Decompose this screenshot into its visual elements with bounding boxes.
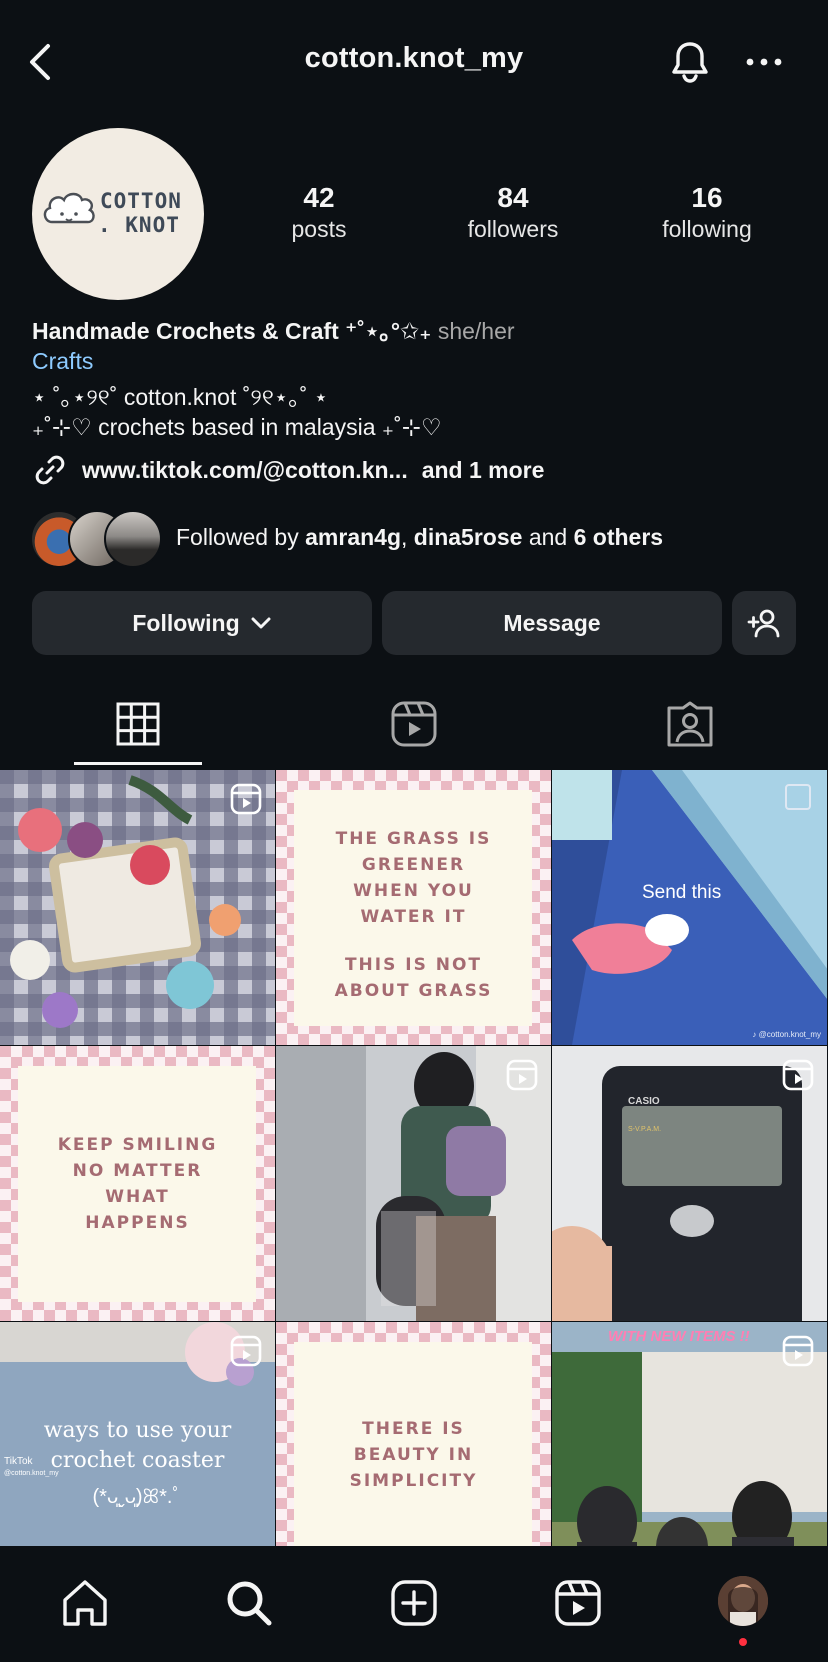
bio-link-row[interactable]: www.tiktok.com/@cotton.kn... and 1 more [32, 450, 544, 490]
post-2-quote-line [276, 930, 551, 952]
stat-following-label: following [662, 216, 752, 242]
mutual-followers-avatars[interactable] [30, 510, 162, 568]
followed-by-separator: , [401, 524, 408, 550]
post-8-quote-line: THERE IS [362, 1419, 465, 1439]
avatar-logo-text-1: COTTON [100, 189, 182, 213]
following-button[interactable]: Following [32, 591, 372, 655]
post-2-quote-line: ABOUT GRASS [334, 981, 493, 1001]
reel-badge-icon [782, 1335, 814, 1367]
create-post-icon[interactable] [387, 1576, 441, 1630]
post-8-quote-line: SIMPLICITY [349, 1471, 478, 1491]
post-7-text-line-3: (*ᴗ͈ˬᴗ͈)ꕤ*.ﾟ [92, 1486, 183, 1508]
grid-post-1[interactable] [0, 770, 275, 1045]
post-7-text-line-1: ways to use your [43, 1418, 232, 1443]
link-icon [35, 455, 65, 485]
post-2-quote-line: THIS IS NOT [344, 955, 483, 975]
stat-followers-value: 84 [497, 182, 529, 213]
stat-posts-value: 42 [303, 182, 335, 213]
tiktok-watermark: TikTok [4, 1456, 33, 1467]
stat-following[interactable]: 16 following [622, 182, 792, 244]
post-grid: THE GRASS IS GREENER WHEN YOU WATER IT T… [0, 770, 828, 1546]
followed-by-prefix: Followed by [176, 524, 299, 550]
notification-dot [739, 1638, 747, 1646]
post-2-quote: THE GRASS IS GREENER WHEN YOU WATER IT T… [276, 826, 551, 1004]
profile-avatar[interactable]: COTTON . KNOT [32, 128, 204, 300]
reel-badge-icon [230, 783, 262, 815]
stat-followers-label: followers [467, 216, 559, 242]
mutual-avatar-3 [104, 510, 162, 568]
post-4-quote-line: NO MATTER [72, 1161, 203, 1181]
bio-link-text[interactable]: www.tiktok.com/@cotton.kn... [82, 457, 408, 484]
followed-by-others: 6 others [573, 524, 664, 550]
bio-category: Crafts [32, 348, 94, 374]
avatar-logo-text-2: . KNOT [98, 213, 180, 237]
followed-by-text[interactable]: Followed by amran4g, dina5rose and 6 oth… [176, 524, 663, 551]
profile-header: cotton.knot_my [0, 0, 828, 124]
chevron-down-icon [251, 617, 271, 629]
post-2-quote-line: WHEN YOU [353, 881, 474, 901]
post-4-quote-line: WHAT [105, 1187, 170, 1207]
more-options-icon[interactable] [744, 48, 784, 76]
post-4-quote-line: KEEP SMILING [57, 1135, 218, 1155]
cotton-knot-logo: COTTON . KNOT [43, 189, 182, 237]
tab-reels-icon[interactable] [382, 700, 446, 748]
add-person-icon [747, 609, 780, 638]
post-3-caption: Send this [642, 882, 722, 903]
grid-post-9[interactable]: WITH NEW ITEMS !! [552, 1322, 827, 1546]
profile-nav-avatar[interactable] [718, 1576, 768, 1626]
post-9-banner: WITH NEW ITEMS !! [608, 1328, 750, 1345]
home-icon[interactable] [58, 1576, 112, 1630]
grid-post-4[interactable]: KEEP SMILING NO MATTER WHAT HAPPENS [0, 1046, 275, 1321]
tab-posts-grid-icon[interactable] [106, 700, 170, 748]
bio-line-2: ₊˚⊹♡ crochets based in malaysia ₊˚⊹♡ [32, 414, 442, 440]
post-3-watermark: ♪ @cotton.knot_my [752, 1030, 821, 1039]
grid-post-8[interactable]: THERE IS BEAUTY IN SIMPLICITY [276, 1322, 551, 1546]
post-2-quote-line: WATER IT [360, 907, 467, 927]
followed-by-user-2: dina5rose [413, 524, 523, 550]
grid-post-7[interactable]: ways to use your crochet coaster (*ᴗ͈ˬᴗ͈… [0, 1322, 275, 1546]
bio-line-1: ⋆ ˚｡⋆୨୧˚ cotton.knot ˚୨୧⋆｡˚ ⋆ [32, 384, 329, 410]
active-tab-indicator [74, 762, 202, 765]
message-button[interactable]: Message [382, 591, 722, 655]
bio-display-name: Handmade Crochets & Craft ⁺˚⋆｡°✩₊ she/he… [32, 312, 515, 346]
post-4-quote: KEEP SMILING NO MATTER WHAT HAPPENS [0, 1132, 275, 1236]
grid-post-6[interactable]: CASIO S-V.P.A.M. [552, 1046, 827, 1321]
post-4-quote-line: HAPPENS [85, 1213, 190, 1233]
stat-followers[interactable]: 84 followers [428, 182, 598, 244]
search-icon[interactable] [222, 1576, 276, 1630]
post-8-quote: THERE IS BEAUTY IN SIMPLICITY [276, 1416, 551, 1494]
reel-badge-icon [782, 1059, 814, 1091]
notification-bell-icon[interactable] [666, 38, 714, 86]
bottom-navigation [0, 1546, 828, 1662]
post-2-quote-line: THE GRASS IS [335, 829, 492, 849]
suggest-people-button[interactable] [732, 591, 796, 655]
reel-badge-icon [506, 1059, 538, 1091]
grid-post-2[interactable]: THE GRASS IS GREENER WHEN YOU WATER IT T… [276, 770, 551, 1045]
grid-post-3[interactable]: Send this ♪ @cotton.knot_my [552, 770, 827, 1045]
multi-post-badge-icon [785, 784, 811, 810]
reels-icon[interactable] [551, 1576, 605, 1630]
calculator-model: S-V.P.A.M. [628, 1126, 662, 1133]
calculator-brand: CASIO [628, 1096, 660, 1107]
stat-posts-label: posts [291, 216, 347, 242]
followed-by-and: and [528, 524, 568, 550]
reel-badge-icon [230, 1335, 262, 1367]
bio-name-text: Handmade Crochets & Craft ⁺˚⋆｡°✩₊ [32, 318, 432, 344]
following-button-label: Following [132, 609, 240, 636]
bio-link-more[interactable]: and 1 more [422, 457, 545, 484]
tab-tagged-icon[interactable] [658, 700, 722, 748]
stat-following-value: 16 [691, 182, 723, 213]
post-2-quote-line: GREENER [361, 855, 466, 875]
post-8-quote-line: BEAUTY IN [353, 1445, 474, 1465]
bio-pronouns: she/her [437, 318, 515, 344]
stat-posts[interactable]: 42 posts [234, 182, 404, 244]
tiktok-handle: @cotton.knot_my [4, 1470, 59, 1477]
message-button-label: Message [503, 609, 601, 636]
grid-post-5[interactable] [276, 1046, 551, 1321]
followed-by-user-1: amran4g [305, 524, 401, 550]
